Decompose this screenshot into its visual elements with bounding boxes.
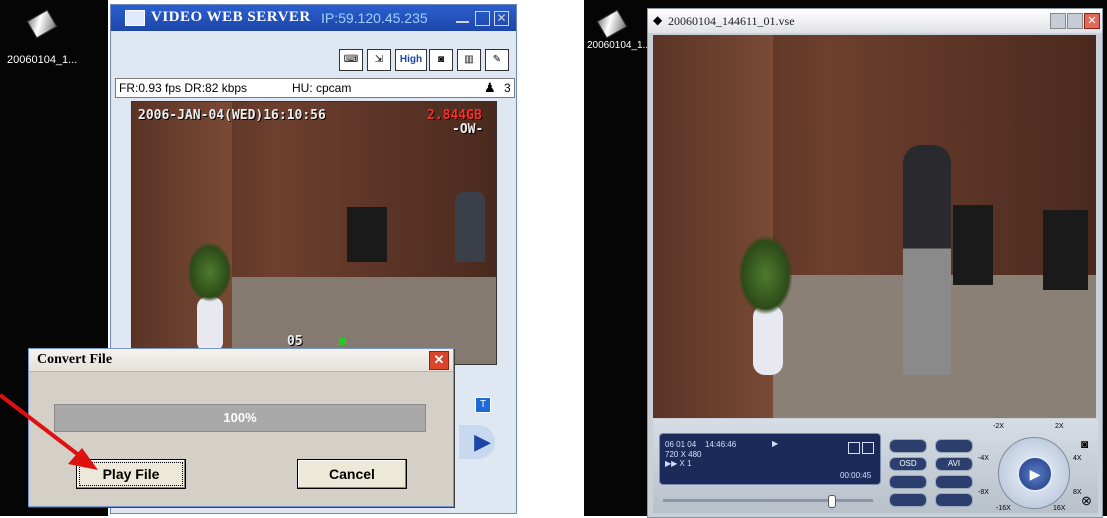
play-arrow-icon[interactable]: ▶: [459, 425, 495, 459]
minimize-button[interactable]: [456, 11, 469, 23]
player-close-button[interactable]: ✕: [1084, 13, 1100, 29]
cancel-button[interactable]: Cancel: [297, 459, 407, 489]
exit-icon[interactable]: ⊗: [1081, 493, 1092, 509]
dialog-close-button[interactable]: ✕: [429, 351, 449, 370]
speed-label-p4x: 4X: [1073, 455, 1082, 462]
bitmap-button[interactable]: [935, 475, 973, 489]
play-state-icon: ▶: [772, 439, 779, 448]
player-maximize-button[interactable]: [1067, 13, 1083, 29]
playback-info-display: 06 01 04 14:46:46 ▶ 720 X 480 ▶▶ X 1 00:…: [659, 433, 881, 485]
video-scene-person: [455, 192, 485, 262]
previous-button[interactable]: [889, 493, 927, 507]
film-icon: [596, 9, 628, 39]
record-icon[interactable]: ⌨: [339, 49, 363, 71]
frame-rate-status: FR:0.93 fps DR:82 kbps: [119, 81, 248, 95]
playback-video: [653, 35, 1096, 418]
playback-control-panel: 06 01 04 14:46:46 ▶ 720 X 480 ▶▶ X 1 00:…: [653, 419, 1098, 513]
playback-speed: ▶▶ X 1: [665, 459, 692, 468]
osd-storage: 2.844GB: [427, 108, 482, 123]
avi-button[interactable]: AVI: [935, 457, 973, 471]
osd-datetime: 2006-JAN-04(WED)16:10:56: [138, 108, 326, 123]
step-forward-button[interactable]: [935, 439, 973, 453]
step-back-button[interactable]: [889, 439, 927, 453]
left-desktop: 20060104_1... Video Web Server IP:59.120…: [0, 0, 572, 516]
desktop-file-icon-right[interactable]: [596, 9, 628, 39]
seek-handle[interactable]: [828, 495, 836, 508]
film-strip-icon[interactable]: ▥: [457, 49, 481, 71]
window-title: Video Web Server: [151, 9, 311, 25]
desktop-file-label[interactable]: 20060104_1...: [7, 54, 77, 66]
playback-elapsed: 00:00:45: [840, 471, 872, 480]
speed-label-m8x: -8X: [978, 489, 989, 496]
next-button[interactable]: [935, 493, 973, 507]
monitor-icon: [125, 10, 145, 26]
video-scene-chair: [347, 207, 387, 262]
progress-text: 100%: [223, 410, 257, 425]
live-video-feed: 2006-JAN-04(WED)16:10:56 2.844GB -OW- 05: [131, 101, 497, 365]
desktop-file-icon[interactable]: [26, 9, 58, 39]
video-scene-plant: [187, 242, 232, 302]
video-scene-chair: [953, 205, 993, 285]
video-scene-vase: [753, 305, 783, 375]
dialog-title-bar[interactable]: Convert File ✕: [29, 349, 453, 372]
playback-date: 06 01 04: [665, 440, 697, 449]
playback-resolution: 720 X 480: [665, 450, 702, 459]
snapshot-camera-icon[interactable]: ◙: [429, 49, 453, 71]
speed-label-m4x: -4X: [978, 455, 989, 462]
play-button[interactable]: ▶: [1017, 456, 1053, 492]
speed-label-p16x: 16X: [1053, 505, 1066, 512]
users-icon: ♟: [484, 80, 496, 95]
user-status: HU: cpcam: [292, 81, 352, 95]
text-toggle-button[interactable]: T: [475, 397, 491, 413]
maximize-button[interactable]: [475, 11, 490, 26]
ip-address: IP:59.120.45.235: [321, 10, 428, 26]
player-title: 20060104_144611_01.vse: [668, 14, 795, 28]
user-count: 3: [504, 81, 511, 95]
export-button[interactable]: [889, 475, 927, 489]
video-scene-plant: [738, 235, 793, 315]
osd-channel: 05: [287, 334, 303, 349]
video-scene-vase: [197, 297, 223, 352]
player-minimize-button[interactable]: [1050, 13, 1066, 29]
desktop-file-label-right[interactable]: 20060104_1...: [587, 40, 651, 51]
signal-indicator: [339, 338, 346, 345]
seek-bar[interactable]: [663, 499, 873, 502]
video-player-window: ◆ 20060104_144611_01.vse ✕ 06 01 04 14:4…: [647, 8, 1103, 518]
osd-button[interactable]: OSD: [889, 457, 927, 471]
player-title-bar[interactable]: ◆ 20060104_144611_01.vse ✕: [648, 9, 1102, 33]
playback-time: 14:46:46: [705, 440, 737, 449]
title-bar[interactable]: Video Web Server IP:59.120.45.235 ✕: [111, 5, 516, 31]
speed-label-m2x: -2X: [993, 423, 1004, 430]
speed-label-m16x: -16X: [996, 505, 1011, 512]
high-quality-button[interactable]: High: [395, 49, 427, 71]
red-arrow-annotation: [0, 393, 98, 470]
video-scene-woman: [903, 145, 951, 375]
status-bar: FR:0.93 fps DR:82 kbps HU: cpcam ♟ 3: [115, 78, 515, 98]
video-scene-chair: [1043, 210, 1088, 290]
close-button[interactable]: ✕: [494, 11, 509, 26]
multi-view-icon[interactable]: [862, 442, 874, 454]
resize-icon[interactable]: ⇲: [367, 49, 391, 71]
osd-overwrite: -OW-: [452, 122, 484, 137]
dialog-title: Convert File: [37, 352, 113, 367]
settings-tool-icon[interactable]: ✎: [485, 49, 509, 71]
player-logo-icon: ◆: [653, 13, 663, 27]
camera-snapshot-icon[interactable]: ◙: [1081, 437, 1088, 451]
zoom-icon[interactable]: [848, 442, 860, 454]
speed-label-p2x: 2X: [1055, 423, 1064, 430]
